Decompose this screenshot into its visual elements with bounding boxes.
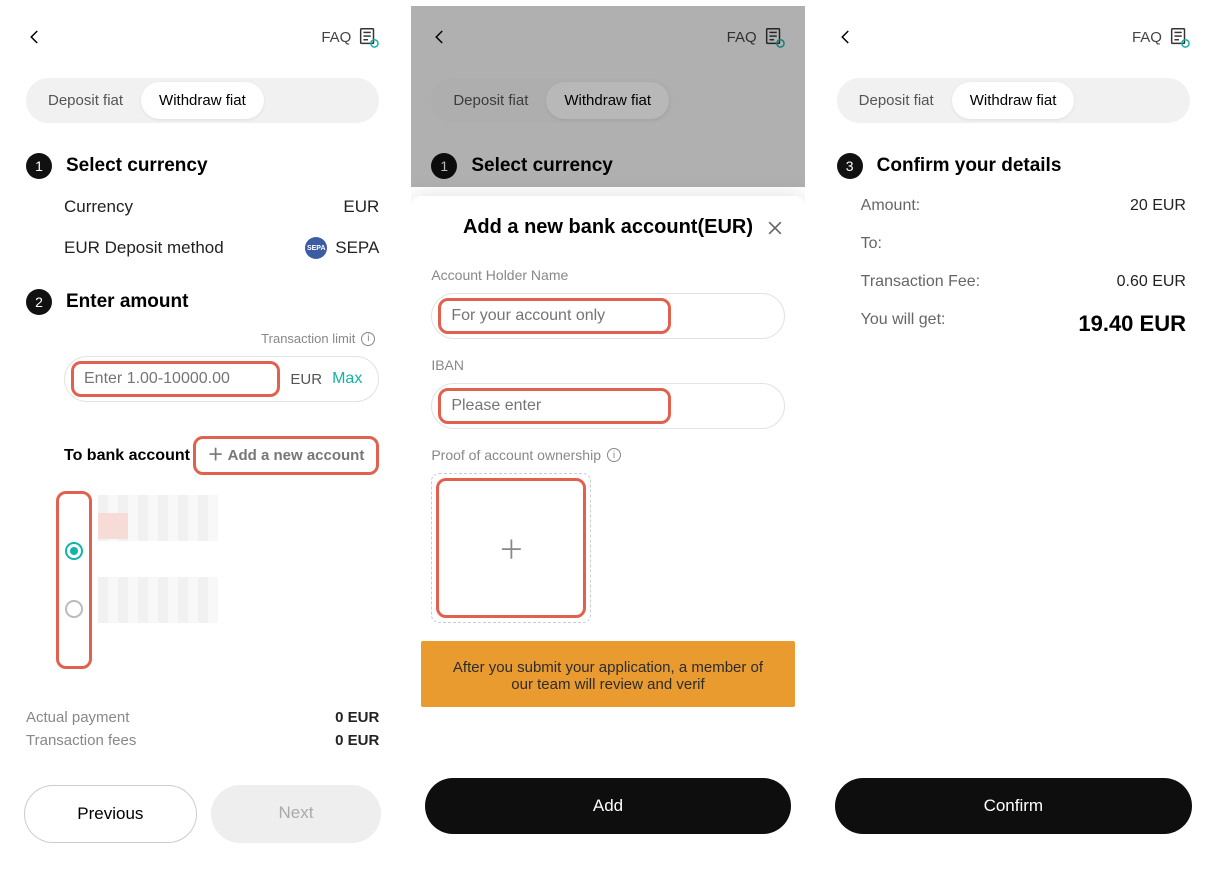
panel-add-bank-modal: FAQ Deposit fiat Withdraw fiat 1 Select … xyxy=(411,6,804,864)
fiat-tabs-dimmed: Deposit fiat Withdraw fiat xyxy=(431,78,673,123)
amount-input-highlight xyxy=(71,361,280,397)
bank-account-radio-1[interactable] xyxy=(65,542,83,560)
bank-account-masked-2[interactable] xyxy=(98,577,218,623)
add-button[interactable]: Add xyxy=(425,778,790,834)
step-1-badge: 1 xyxy=(26,153,52,179)
iban-input[interactable] xyxy=(451,397,658,415)
review-notice: After you submit your application, a mem… xyxy=(421,641,794,707)
tab-deposit-fiat[interactable]: Deposit fiat xyxy=(841,82,952,119)
add-bank-modal: Add a new bank account(EUR) Account Hold… xyxy=(411,196,804,864)
faq-icon xyxy=(1168,26,1190,48)
faq-link[interactable]: FAQ xyxy=(727,26,785,48)
amount-input[interactable] xyxy=(84,370,267,388)
faq-label: FAQ xyxy=(727,29,757,46)
iban-label: IBAN xyxy=(431,357,784,373)
tab-withdraw-fiat: Withdraw fiat xyxy=(546,82,669,119)
add-account-button[interactable]: ＋ Add a new account xyxy=(193,436,380,475)
currency-row: Currency EUR xyxy=(6,187,399,227)
panel-confirm-details: FAQ Deposit fiat Withdraw fiat 3 Confirm… xyxy=(817,6,1210,864)
next-button[interactable]: Next xyxy=(211,785,382,843)
faq-link[interactable]: FAQ xyxy=(321,26,379,48)
back-button[interactable] xyxy=(837,28,855,46)
amount-currency: EUR xyxy=(290,371,322,388)
confirm-get-value: 19.40 EUR xyxy=(1078,311,1186,337)
holder-name-highlight xyxy=(438,298,671,334)
step-1-title: Select currency xyxy=(66,155,208,177)
step-3-badge: 3 xyxy=(837,153,863,179)
currency-label: Currency xyxy=(64,197,133,217)
sepa-icon: SEPA xyxy=(305,237,327,259)
bank-account-masked-1[interactable] xyxy=(98,495,218,541)
faq-icon xyxy=(357,26,379,48)
confirm-button[interactable]: Confirm xyxy=(835,778,1192,834)
step-1-heading: 1 Select currency xyxy=(6,133,399,187)
step-3-title: Confirm your details xyxy=(877,155,1062,177)
step-2-badge: 2 xyxy=(26,289,52,315)
confirm-to-label: To: xyxy=(861,235,882,253)
previous-button[interactable]: Previous xyxy=(24,785,197,843)
plus-icon: ＋ xyxy=(208,448,224,464)
transaction-fees-label: Transaction fees xyxy=(26,732,136,749)
step-2-heading: 2 Enter amount xyxy=(6,269,399,323)
panel-enter-amount: FAQ Deposit fiat Withdraw fiat 1 Select … xyxy=(6,6,399,864)
deposit-method-label: EUR Deposit method xyxy=(64,238,224,258)
step-2-title: Enter amount xyxy=(66,291,188,313)
info-icon[interactable]: i xyxy=(607,448,621,462)
transaction-limit-label: Transaction limit i xyxy=(6,323,399,352)
plus-icon: ＋ xyxy=(498,530,524,567)
confirm-fee-label: Transaction Fee: xyxy=(861,273,980,291)
back-button[interactable] xyxy=(431,28,449,46)
radio-group-highlight xyxy=(56,491,92,669)
tab-withdraw-fiat[interactable]: Withdraw fiat xyxy=(141,82,264,119)
actual-payment-value: 0 EUR xyxy=(335,709,379,726)
max-button[interactable]: Max xyxy=(332,370,362,388)
step-3-heading: 3 Confirm your details xyxy=(817,133,1210,187)
currency-value: EUR xyxy=(343,197,379,217)
to-bank-label: To bank account xyxy=(64,447,190,465)
bank-account-radio-2[interactable] xyxy=(65,600,83,618)
info-icon[interactable]: i xyxy=(361,332,375,346)
fiat-tabs: Deposit fiat Withdraw fiat xyxy=(837,78,1190,123)
step-1-heading-dimmed: 1 Select currency xyxy=(411,133,804,187)
close-icon[interactable] xyxy=(765,218,785,238)
transaction-fees-value: 0 EUR xyxy=(335,732,379,749)
confirm-fee-value: 0.60 EUR xyxy=(1117,273,1186,291)
confirm-get-label: You will get: xyxy=(861,311,946,337)
back-button[interactable] xyxy=(26,28,44,46)
tab-deposit-fiat[interactable]: Deposit fiat xyxy=(30,82,141,119)
holder-name-label: Account Holder Name xyxy=(431,267,784,283)
amount-input-row: EUR Max xyxy=(64,356,379,402)
proof-upload-highlight: ＋ xyxy=(436,478,586,618)
faq-label: FAQ xyxy=(321,29,351,46)
faq-link[interactable]: FAQ xyxy=(1132,26,1190,48)
faq-icon xyxy=(763,26,785,48)
deposit-method-value: SEPA xyxy=(335,238,379,258)
deposit-method-row: EUR Deposit method SEPA SEPA xyxy=(6,227,399,269)
proof-upload[interactable]: ＋ xyxy=(431,473,591,623)
holder-name-input[interactable] xyxy=(451,307,658,325)
tab-deposit-fiat: Deposit fiat xyxy=(435,82,546,119)
confirm-amount-label: Amount: xyxy=(861,197,921,215)
faq-label: FAQ xyxy=(1132,29,1162,46)
bank-account-list xyxy=(6,481,399,669)
tab-withdraw-fiat[interactable]: Withdraw fiat xyxy=(952,82,1075,119)
proof-label: Proof of account ownership i xyxy=(431,447,784,463)
actual-payment-label: Actual payment xyxy=(26,709,129,726)
fiat-tabs: Deposit fiat Withdraw fiat xyxy=(26,78,379,123)
modal-title: Add a new bank account(EUR) xyxy=(463,216,753,239)
confirm-amount-value: 20 EUR xyxy=(1130,197,1186,215)
iban-highlight xyxy=(438,388,671,424)
